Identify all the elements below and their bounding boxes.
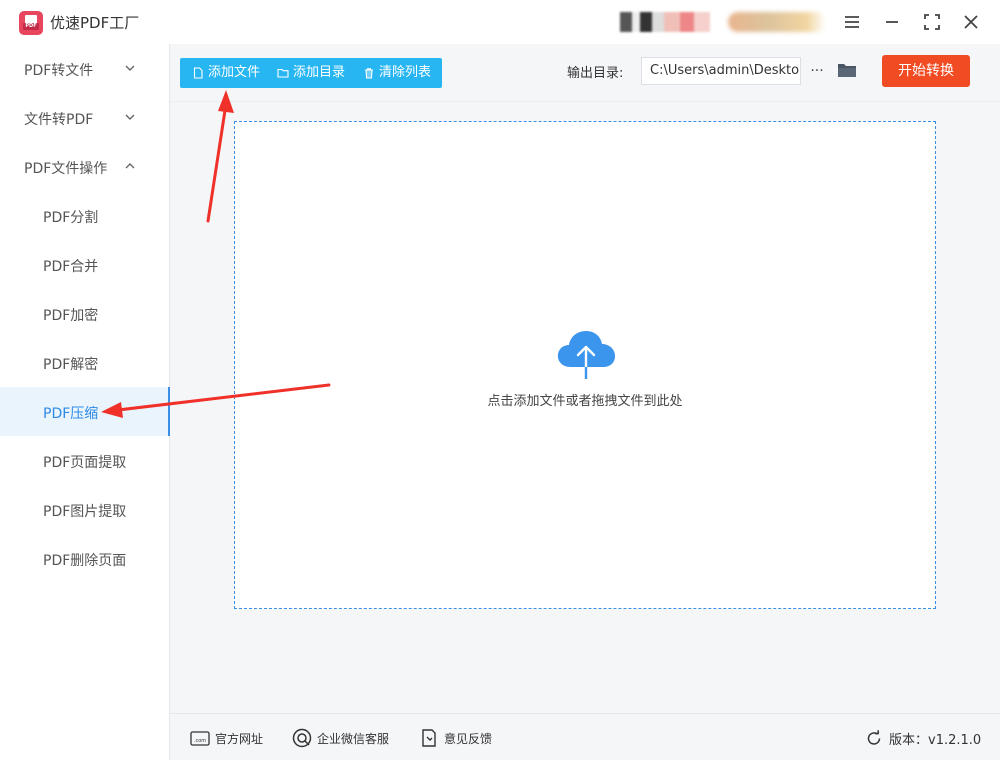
- title-bar: PDF 优速PDF工厂: [0, 0, 1000, 44]
- sidebar-item-pdf-page-extract[interactable]: PDF页面提取: [0, 436, 170, 485]
- app-logo: PDF: [19, 11, 43, 35]
- menu-icon[interactable]: [840, 10, 864, 34]
- sidebar-item-pdf-decrypt[interactable]: PDF解密: [0, 338, 170, 387]
- main-panel: 添加文件 添加目录 清除列表 输出目录: C:\Users\admin\Desk…: [170, 44, 1000, 760]
- app-title: 优速PDF工厂: [50, 14, 140, 32]
- file-icon: [193, 67, 203, 79]
- add-file-button[interactable]: 添加文件: [192, 58, 264, 88]
- file-drop-zone[interactable]: 点击添加文件或者拖拽文件到此处: [234, 121, 936, 609]
- sidebar-item-pdf-operations[interactable]: PDF文件操作: [0, 142, 170, 191]
- sidebar-item-pdf-delete-pages[interactable]: PDF删除页面: [0, 534, 170, 583]
- sidebar-item-pdf-compress[interactable]: PDF压缩: [0, 387, 170, 436]
- open-folder-icon[interactable]: [837, 61, 857, 79]
- footer-bar: .com 官方网址 企业微信客服 意见反馈 版本：v1.2.1.0: [170, 713, 1000, 760]
- official-website-link[interactable]: .com 官方网址: [190, 728, 270, 748]
- sidebar-item-pdf-split[interactable]: PDF分割: [0, 191, 170, 240]
- minimize-icon[interactable]: [880, 10, 904, 34]
- maximize-icon[interactable]: [920, 10, 944, 34]
- wechat-support-icon: [292, 728, 312, 748]
- user-name-blurred: [728, 12, 826, 32]
- wechat-support-link[interactable]: 企业微信客服: [292, 728, 402, 748]
- refresh-icon: [867, 730, 881, 745]
- folder-icon: [277, 68, 289, 78]
- cloud-upload-icon: [557, 331, 615, 379]
- trash-icon: [365, 68, 373, 79]
- chevron-down-icon: [125, 65, 135, 71]
- add-folder-button[interactable]: 添加目录: [277, 58, 349, 88]
- sidebar-item-pdf-image-extract[interactable]: PDF图片提取: [0, 485, 170, 534]
- sidebar: PDF转文件 文件转PDF PDF文件操作 PDF分割 PDF合并 PDF加密 …: [0, 44, 170, 760]
- more-options-button[interactable]: ···: [807, 58, 827, 84]
- drop-zone-hint: 点击添加文件或者拖拽文件到此处: [487, 394, 683, 409]
- sidebar-item-pdf-encrypt[interactable]: PDF加密: [0, 289, 170, 338]
- feedback-link[interactable]: 意见反馈: [419, 728, 499, 748]
- website-icon: .com: [190, 731, 210, 746]
- file-actions-group: 添加文件 添加目录 清除列表: [180, 58, 442, 88]
- sidebar-item-file-to-pdf[interactable]: 文件转PDF: [0, 93, 170, 142]
- sidebar-item-pdf-merge[interactable]: PDF合并: [0, 240, 170, 289]
- feedback-icon: [422, 729, 436, 747]
- output-dir-input[interactable]: C:\Users\admin\Desktop: [641, 57, 801, 85]
- user-avatar-blurred: [620, 12, 710, 32]
- toolbar: 添加文件 添加目录 清除列表 输出目录: C:\Users\admin\Desk…: [170, 44, 1000, 102]
- svg-text:.com: .com: [194, 738, 206, 744]
- close-icon[interactable]: [959, 10, 983, 34]
- output-dir-label: 输出目录:: [567, 66, 624, 81]
- clear-list-button[interactable]: 清除列表: [363, 58, 435, 88]
- chevron-down-icon: [125, 114, 135, 120]
- chevron-up-icon: [125, 163, 135, 169]
- sidebar-item-pdf-to-file[interactable]: PDF转文件: [0, 44, 170, 93]
- start-convert-button[interactable]: 开始转换: [882, 55, 970, 87]
